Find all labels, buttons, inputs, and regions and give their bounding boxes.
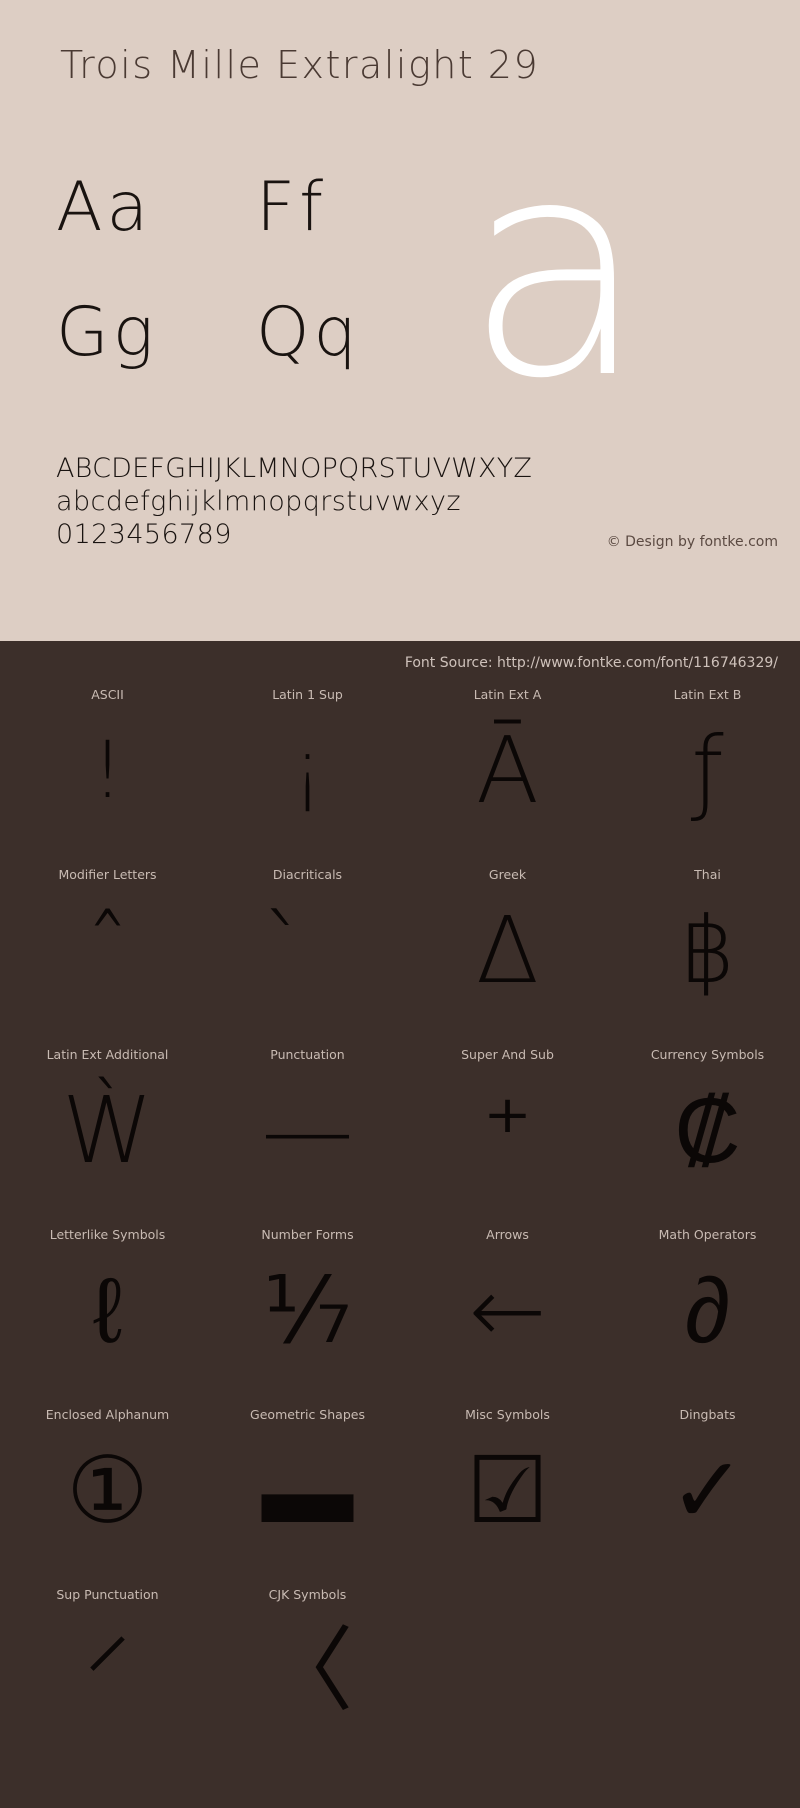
- unicode-block-glyph: ∂: [684, 1257, 731, 1364]
- letter-pair-Gg: Gg: [56, 293, 158, 372]
- letter-pair-grid: Aa Ff Gg Qq: [56, 165, 456, 415]
- unicode-block-label: Currency Symbols: [650, 1047, 765, 1062]
- unicode-block-glyph: ̀: [215, 891, 400, 1011]
- unicode-block-cell-empty: [415, 1587, 600, 1767]
- unicode-block-cell[interactable]: Math Operators ∂: [615, 1227, 800, 1407]
- unicode-block-cell[interactable]: Currency Symbols ₡: [615, 1047, 800, 1227]
- unicode-block-cell[interactable]: CJK Symbols 〈: [215, 1587, 400, 1767]
- unicode-block-label: Misc Symbols: [465, 1407, 550, 1422]
- unicode-block-label: Sup Punctuation: [56, 1587, 159, 1602]
- letter-pair-Aa: Aa: [56, 168, 153, 247]
- letter-pair-Ff: Ff: [256, 168, 328, 247]
- unicode-block-cell[interactable]: Misc Symbols ☑: [415, 1407, 600, 1587]
- unicode-block-glyph: 〈: [261, 1617, 354, 1724]
- unicode-block-label: Latin 1 Sup: [272, 687, 343, 702]
- unicode-block-glyph: Δ: [476, 897, 539, 1004]
- unicode-block-label: Greek: [488, 867, 527, 882]
- unicode-block-label: Number Forms: [261, 1227, 354, 1242]
- unicode-block-cell-empty: [615, 1587, 800, 1767]
- unicode-block-glyph: Ẁ: [62, 1077, 153, 1184]
- unicode-block-cell[interactable]: Arrows ←: [415, 1227, 600, 1407]
- unicode-block-glyph: ฿: [678, 897, 737, 1004]
- unicode-block-label: Enclosed Alphanum: [45, 1407, 170, 1422]
- specimen-top-panel: Trois Mille Extralight 29 a Aa Ff Gg Qq …: [0, 0, 800, 641]
- unicode-block-label: Arrows: [486, 1227, 529, 1242]
- unicode-block-glyph: ✓: [668, 1437, 747, 1544]
- unicode-block-label: Modifier Letters: [58, 867, 157, 882]
- letter-pair-row: Gg Qq: [56, 290, 456, 415]
- unicode-block-cell[interactable]: Greek Δ: [415, 867, 600, 1047]
- unicode-block-label: Letterlike Symbols: [49, 1227, 166, 1242]
- unicode-block-cell[interactable]: Thai ฿: [615, 867, 800, 1047]
- page-title: Trois Mille Extralight 29: [60, 43, 540, 87]
- unicode-block-row: Enclosed Alphanum ① Geometric Shapes ▬ Misc …: [0, 1407, 800, 1587]
- unicode-block-label: CJK Symbols: [268, 1587, 347, 1602]
- unicode-block-glyph: Ā: [476, 717, 539, 824]
- unicode-block-cell[interactable]: Punctuation —: [215, 1047, 400, 1227]
- unicode-block-glyph: ⁺: [483, 1077, 532, 1184]
- unicode-block-cell[interactable]: Dingbats ✓: [615, 1407, 800, 1587]
- uppercase-alphabet: ABCDEFGHIJKLMNOPQRSTUVWXYZ: [56, 453, 533, 484]
- lowercase-alphabet: abcdefghijklmnopqrstuvwxyz: [56, 486, 461, 517]
- unicode-block-cell[interactable]: Letterlike Symbols ℓ: [15, 1227, 200, 1407]
- unicode-block-label: Diacriticals: [272, 867, 343, 882]
- unicode-block-cell[interactable]: Latin Ext Additional Ẁ: [15, 1047, 200, 1227]
- unicode-block-label: Punctuation: [270, 1047, 345, 1062]
- unicode-block-glyph: —: [261, 1077, 354, 1184]
- unicode-block-glyph: !: [91, 726, 124, 816]
- unicode-block-row: Modifier Letters ˆ Diacriticals̀ Greek Δ Thai…: [0, 867, 800, 1047]
- unicode-block-glyph: ⅐: [262, 1257, 353, 1364]
- unicode-block-row: Latin Ext Additional Ẁ Punctuation — Super A…: [0, 1047, 800, 1227]
- letter-pair-Qq: Qq: [256, 293, 361, 372]
- alphabet-block: ABCDEFGHIJKLMNOPQRSTUVWXYZ abcdefghijklm…: [56, 452, 532, 551]
- unicode-block-glyph: ƒ: [691, 717, 724, 824]
- unicode-block-cell[interactable]: Latin 1 Sup ¡: [215, 687, 400, 867]
- unicode-block-cell[interactable]: Diacriticals̀: [215, 867, 400, 1047]
- unicode-block-label: Super And Sub: [461, 1047, 554, 1062]
- unicode-block-glyph: ₡: [674, 1077, 741, 1184]
- unicode-block-cell[interactable]: Geometric Shapes ▬: [215, 1407, 400, 1587]
- unicode-block-cell[interactable]: Number Forms ⅐: [215, 1227, 400, 1407]
- numerals: 0123456789: [56, 519, 232, 550]
- unicode-block-row: Sup Punctuation ⸍ CJK Symbols 〈: [0, 1587, 800, 1767]
- unicode-blocks-grid: ASCII! Latin 1 Sup ¡ Latin Ext A Ā Latin Ext …: [0, 687, 800, 1767]
- unicode-blocks-panel: Font Source: http://www.fontke.com/font/…: [0, 641, 800, 1808]
- unicode-block-label: Geometric Shapes: [250, 1407, 365, 1422]
- letter-pair-row: Aa Ff: [56, 165, 456, 290]
- unicode-block-label: Dingbats: [679, 1407, 736, 1422]
- unicode-block-label: Latin Ext A: [473, 687, 542, 702]
- unicode-block-glyph: ☑: [466, 1437, 549, 1544]
- unicode-block-cell[interactable]: Latin Ext A Ā: [415, 687, 600, 867]
- font-source-link[interactable]: Font Source: http://www.fontke.com/font/…: [405, 653, 778, 673]
- unicode-block-cell[interactable]: Latin Ext B ƒ: [615, 687, 800, 867]
- unicode-block-row: ASCII! Latin 1 Sup ¡ Latin Ext A Ā Latin Ext …: [0, 687, 800, 867]
- unicode-block-label: Math Operators: [658, 1227, 757, 1242]
- unicode-block-cell[interactable]: Enclosed Alphanum ①: [15, 1407, 200, 1587]
- unicode-block-label: ASCII: [91, 687, 124, 702]
- unicode-block-glyph: ℓ: [92, 1257, 123, 1364]
- unicode-block-label: Thai: [694, 867, 721, 882]
- unicode-block-glyph: ⸍: [84, 1617, 131, 1724]
- unicode-block-row: Letterlike Symbols ℓ Number Forms ⅐ Arrows ← M…: [0, 1227, 800, 1407]
- unicode-block-glyph: ▬: [261, 1437, 354, 1544]
- unicode-block-glyph: ¡: [291, 726, 324, 816]
- unicode-block-cell[interactable]: ASCII!: [15, 687, 200, 867]
- copyright-credit: © Design by fontke.com: [606, 534, 778, 550]
- unicode-block-label: Latin Ext B: [673, 687, 742, 702]
- unicode-block-glyph: ˆ: [84, 897, 131, 1004]
- unicode-block-cell[interactable]: Super And Sub ⁺: [415, 1047, 600, 1227]
- unicode-block-glyph: ←: [468, 1257, 547, 1364]
- unicode-block-cell[interactable]: Sup Punctuation ⸍: [15, 1587, 200, 1767]
- unicode-block-label: Latin Ext Additional: [46, 1047, 169, 1062]
- unicode-block-cell[interactable]: Modifier Letters ˆ: [15, 867, 200, 1047]
- unicode-block-glyph: ①: [66, 1437, 149, 1544]
- watermark-glyph: a: [464, 95, 648, 444]
